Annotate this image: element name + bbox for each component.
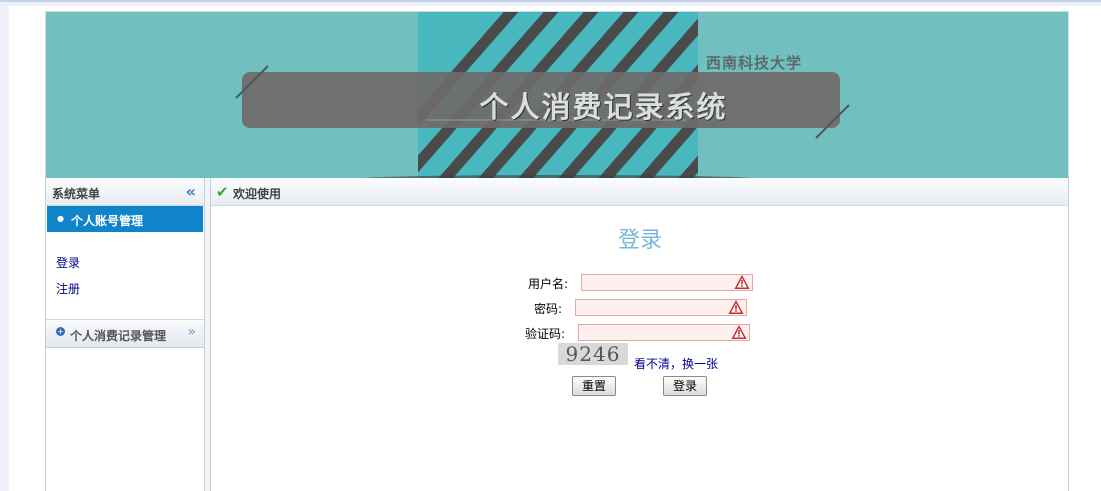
sidebar-title: 系统菜单 [52, 187, 101, 201]
captcha-label: 验证码: [524, 327, 565, 341]
checkmark-icon: ✔ [216, 183, 229, 201]
plus-icon: + [56, 327, 65, 336]
bullet-icon: ● [57, 214, 64, 223]
captcha-input[interactable] [578, 324, 750, 341]
account-menu-links: 登录 注册 [46, 232, 204, 320]
top-border [0, 0, 1101, 2]
accordion-account-management[interactable]: ● 个人账号管理 [47, 206, 203, 232]
warning-icon [731, 325, 747, 339]
accordion-label: 个人消费记录管理 [70, 329, 167, 343]
accordion-expense-management[interactable]: + 个人消费记录管理 » [46, 321, 204, 348]
system-title: 个人消费记录系统 [479, 90, 728, 124]
university-name: 西南科技大学 [706, 54, 803, 72]
password-label: 密码: [533, 302, 562, 316]
login-button[interactable]: 登录 [663, 376, 707, 396]
warning-icon [728, 300, 744, 314]
password-input[interactable] [575, 299, 747, 316]
login-link[interactable]: 登录 [56, 254, 80, 271]
tab-welcome[interactable]: 欢迎使用 [233, 185, 281, 202]
tab-header: ✔ 欢迎使用 [211, 178, 1068, 206]
username-input[interactable] [581, 274, 753, 291]
expand-icon[interactable]: » [187, 324, 196, 340]
captcha-image[interactable]: 9246 [558, 343, 628, 365]
warning-icon [734, 275, 750, 289]
register-link[interactable]: 注册 [56, 280, 80, 297]
accordion-label: 个人账号管理 [71, 214, 144, 228]
collapse-icon[interactable]: « [186, 182, 196, 201]
refresh-captcha-link[interactable]: 看不清，换一张 [634, 355, 718, 372]
login-heading: 登录 [617, 228, 662, 253]
sidebar-header: 系统菜单 « [46, 178, 204, 206]
username-label: 用户名: [527, 277, 568, 291]
main-panel: ✔ 欢迎使用 登录 用户名: 密码: 验证码: 9246 看不清，换一张 重置 … [211, 178, 1069, 491]
header-banner: 西南科技大学 个人消费记录系统 [45, 11, 1069, 178]
reset-button[interactable]: 重置 [572, 376, 616, 396]
sidebar: 系统菜单 « ● 个人账号管理 登录 注册 + 个人消费记录管理 » [45, 178, 205, 491]
